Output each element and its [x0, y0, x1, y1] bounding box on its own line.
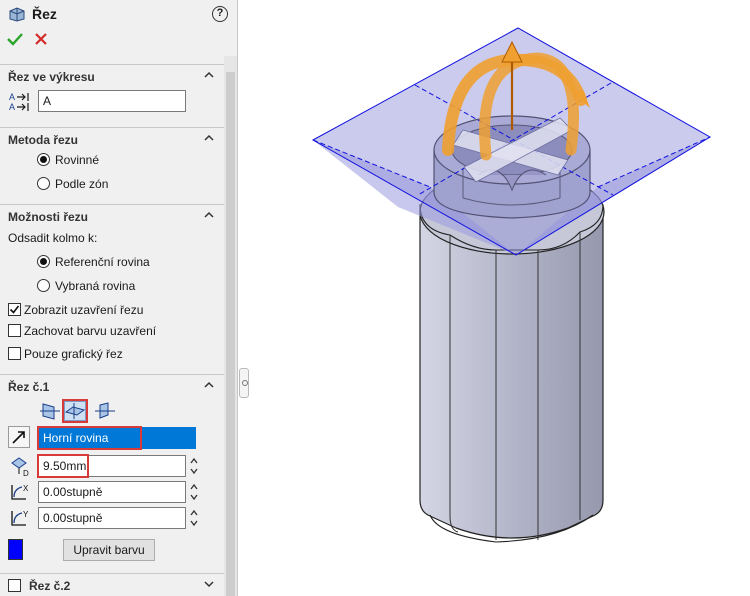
chevron-up-icon[interactable] — [203, 379, 215, 391]
svg-text:A: A — [9, 102, 15, 111]
rotation-x-spinner[interactable] — [190, 481, 198, 503]
cut2-title: Řez č.2 — [29, 579, 71, 593]
rotation-y-input[interactable]: 0.00stupně — [38, 507, 186, 529]
chevron-up-icon[interactable] — [203, 132, 215, 144]
offset-field-highlight — [37, 454, 89, 478]
ok-check-button[interactable] — [7, 31, 23, 47]
section-header-cut1[interactable]: Řez č.1 — [0, 374, 224, 396]
checkbox-keep-cap-color[interactable] — [8, 324, 21, 337]
chevron-up-icon[interactable] — [203, 209, 215, 221]
radio-zonal-label: Podle zón — [55, 177, 109, 191]
radio-reference-plane-label: Referenční rovina — [55, 255, 150, 269]
top-plane-highlight — [62, 399, 88, 423]
spinner-arrows-icon — [190, 457, 198, 475]
front-plane-icon[interactable] — [39, 401, 61, 421]
svg-text:X: X — [23, 484, 29, 493]
plane-field-highlight — [37, 426, 142, 450]
spinner-arrows-icon — [190, 483, 198, 501]
checkbox-cut2[interactable] — [8, 579, 21, 592]
cancel-x-button[interactable] — [33, 31, 49, 47]
label-name-icon: A A — [9, 92, 29, 111]
edit-color-button[interactable]: Upravit barvu — [63, 539, 155, 561]
cut1-title: Řez č.1 — [8, 380, 50, 394]
chevron-up-icon[interactable] — [203, 69, 215, 81]
offset-normal-label: Odsadit kolmo k: — [8, 231, 98, 245]
checkbox-show-cap[interactable] — [8, 303, 21, 316]
section-view-title: Řez ve výkresu — [8, 70, 95, 84]
svg-text:Y: Y — [23, 510, 29, 519]
section-header-view[interactable]: Řez ve výkresu — [0, 64, 224, 86]
section-view-icon — [9, 7, 25, 22]
radio-reference-plane[interactable] — [37, 255, 50, 268]
section-header-options[interactable]: Možnosti řezu — [0, 204, 224, 226]
graphics-viewport[interactable] — [238, 0, 750, 596]
radio-selected-plane[interactable] — [37, 279, 50, 292]
radio-planar-label: Rovinné — [55, 153, 100, 167]
right-plane-icon[interactable] — [94, 401, 116, 421]
method-title: Metoda řezu — [8, 133, 79, 147]
svg-text:A: A — [9, 92, 15, 102]
radio-zonal[interactable] — [37, 177, 50, 190]
panel-scrollbar-thumb[interactable] — [226, 72, 235, 596]
help-icon: ? — [216, 7, 224, 19]
rotate-x-icon: X — [11, 484, 29, 500]
offset-distance-icon: D — [11, 457, 29, 477]
section-header-cut2[interactable]: Řez č.2 — [0, 573, 224, 595]
checkbox-graphics-only[interactable] — [8, 347, 21, 360]
section-header-method[interactable]: Metoda řezu — [0, 127, 224, 149]
reverse-direction-icon[interactable] — [8, 426, 30, 448]
section-label-input[interactable]: A — [38, 90, 186, 112]
svg-text:D: D — [23, 469, 29, 477]
panel-title: Řez — [32, 6, 57, 22]
rotate-y-icon: Y — [11, 510, 29, 526]
options-title: Možnosti řezu — [8, 210, 88, 224]
checkbox-graphics-only-label: Pouze grafický řez — [24, 347, 123, 361]
radio-planar[interactable] — [37, 153, 50, 166]
checkmark-icon — [9, 305, 20, 314]
checkbox-keep-cap-color-label: Zachovat barvu uzavření — [24, 324, 157, 338]
chevron-down-icon[interactable] — [203, 578, 215, 590]
offset-spinner[interactable] — [190, 455, 198, 477]
cut-color-swatch — [8, 539, 23, 560]
rotation-y-spinner[interactable] — [190, 507, 198, 529]
radio-selected-plane-label: Vybraná rovina — [55, 279, 136, 293]
spinner-arrows-icon — [190, 509, 198, 527]
rotation-x-input[interactable]: 0.00stupně — [38, 481, 186, 503]
help-button[interactable]: ? — [212, 6, 228, 22]
property-manager-panel: Řez ? Řez ve výkresu A A A Metoda řezu R… — [0, 0, 237, 596]
panel-titlebar: Řez ? — [0, 0, 237, 28]
checkbox-show-cap-label: Zobrazit uzavření řezu — [24, 303, 144, 317]
